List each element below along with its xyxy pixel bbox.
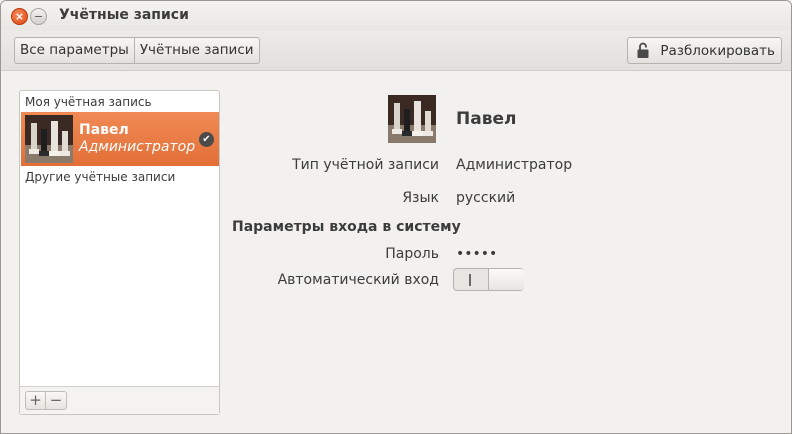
autologin-label: Автоматический вход: [277, 272, 439, 288]
other-accounts-heading: Другие учётные записи: [25, 170, 176, 184]
password-label: Пароль: [385, 246, 439, 262]
window-title: Учётные записи: [59, 7, 189, 23]
switch-knob[interactable]: [488, 269, 524, 290]
autologin-switch[interactable]: [453, 268, 524, 291]
language-label: Язык: [402, 190, 439, 206]
breadcrumb: Все параметры Учётные записи: [14, 37, 260, 64]
account-type-value[interactable]: Администратор: [456, 157, 572, 173]
unlock-button[interactable]: Разблокировать: [627, 37, 782, 64]
add-remove-group: + −: [25, 391, 67, 410]
full-name-field[interactable]: Павел: [456, 109, 516, 129]
accounts-list: Моя учётная запись Павел Администратор ✔…: [19, 90, 220, 415]
unlock-button-label: Разблокировать: [660, 42, 775, 59]
checkmark-icon: ✔: [199, 132, 214, 147]
title-bar: × − Учётные записи: [1, 1, 791, 31]
login-options-heading: Параметры входа в систему: [232, 219, 461, 235]
user-avatar-button[interactable]: [388, 95, 436, 143]
breadcrumb-user-accounts[interactable]: Учётные записи: [135, 38, 259, 63]
lock-icon: [637, 42, 649, 58]
chess-avatar-icon: [25, 115, 73, 163]
add-user-button[interactable]: +: [26, 392, 46, 409]
remove-user-button[interactable]: −: [46, 392, 66, 409]
current-user-name: Павел: [79, 122, 129, 138]
account-type-label: Тип учётной записи: [292, 157, 439, 173]
current-user-role: Администратор: [79, 139, 196, 155]
minimize-window-button[interactable]: −: [30, 8, 47, 25]
switch-on-mark: [469, 274, 471, 286]
list-item-current-user[interactable]: Павел Администратор ✔: [21, 112, 219, 166]
my-account-heading: Моя учётная запись: [25, 95, 152, 109]
accounts-window: × − Учётные записи Все параметры Учётные…: [0, 0, 792, 434]
toolbar: Все параметры Учётные записи Разблокиров…: [1, 31, 791, 71]
breadcrumb-all-settings[interactable]: Все параметры: [15, 38, 135, 63]
language-value[interactable]: русский: [456, 190, 515, 206]
list-toolbar: + −: [20, 386, 219, 414]
close-window-button[interactable]: ×: [11, 8, 28, 25]
password-value[interactable]: •••••: [456, 246, 497, 262]
